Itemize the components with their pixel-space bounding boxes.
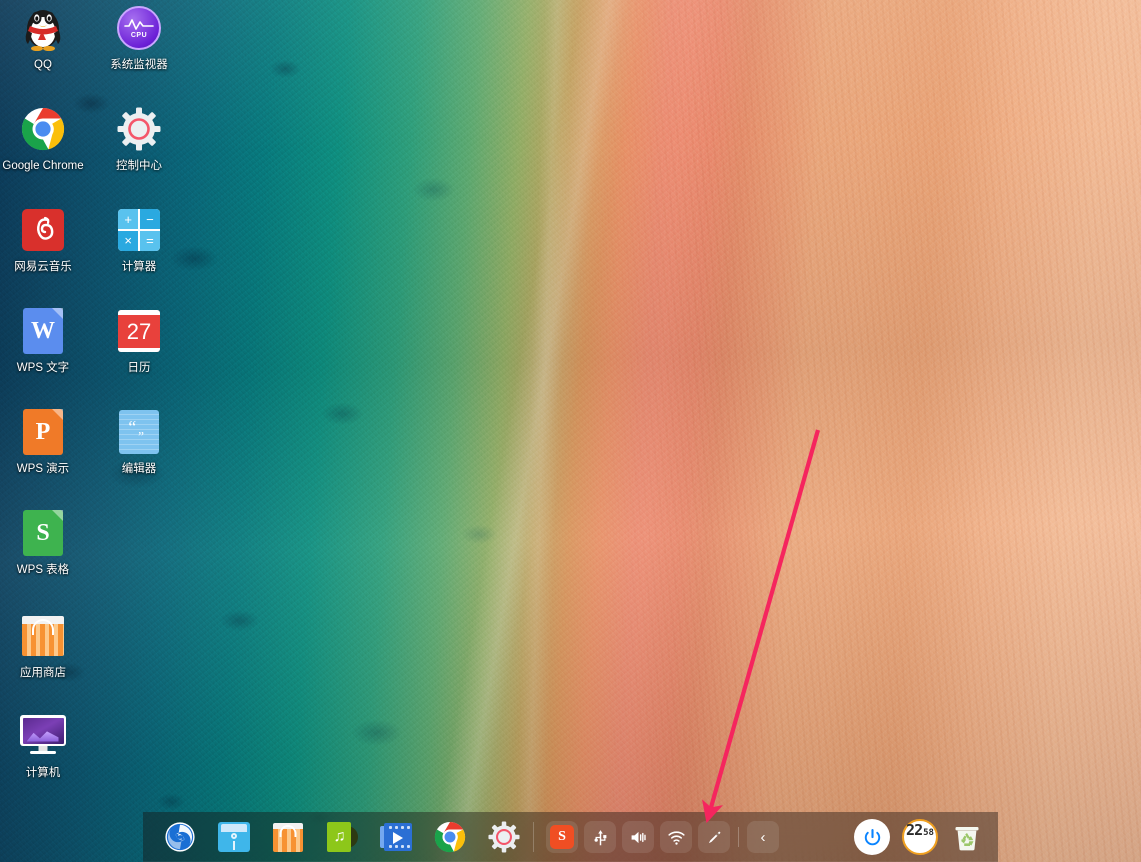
google-chrome-icon (433, 820, 467, 854)
desktop-icon-wps-presentation[interactable]: P WPS 演示 (0, 408, 86, 477)
taskbar-app-control-center[interactable] (479, 812, 529, 862)
tray-sogou-input[interactable]: S (546, 821, 578, 853)
sogou-input-icon: S (550, 825, 574, 849)
screen-capture-icon (708, 830, 721, 843)
desktop-icon-label: 控制中心 (116, 160, 162, 172)
control-center-icon (487, 820, 521, 854)
wps-spreadsheet-icon: S (19, 509, 67, 557)
trash-icon (955, 827, 979, 851)
desktop-icon-netease-music[interactable]: 网易云音乐 (0, 206, 86, 275)
tray-separator (738, 827, 739, 847)
taskbar-app-google-chrome[interactable] (425, 812, 475, 862)
tray-network-wifi[interactable] (660, 821, 692, 853)
usb-icon (594, 829, 606, 845)
desktop-icon-label: 应用商店 (20, 667, 66, 679)
music-player-icon: ♫ (325, 820, 359, 854)
wps-presentation-letter: P (35, 418, 51, 445)
taskbar-app-file-manager[interactable] (209, 812, 259, 862)
app-store-icon (19, 612, 67, 660)
desktop-icon-label: 计算机 (25, 767, 61, 779)
desktop-icon-label: 系统监视器 (110, 59, 168, 71)
svg-text:”: ” (138, 429, 144, 444)
taskbar-app-movie-player[interactable] (371, 812, 421, 862)
taskbar-right-cluster: 22 58 (854, 819, 998, 855)
taskbar-power-button[interactable] (854, 819, 890, 855)
tray-usb-device[interactable] (584, 821, 616, 853)
tray-screen-capture[interactable] (698, 821, 730, 853)
deepin-launcher-icon (163, 820, 197, 854)
netease-music-icon (19, 206, 67, 254)
file-manager-icon (217, 820, 251, 854)
volume-icon (631, 831, 646, 843)
desktop-icon-label: 计算器 (121, 261, 157, 273)
taskbar-app-area: ♫ (143, 812, 529, 862)
desktop-icon-computer[interactable]: 计算机 (0, 712, 86, 781)
wps-spreadsheet-letter: S (36, 519, 50, 546)
desktop-icon-label: WPS 表格 (16, 564, 70, 576)
calculator-icon: + − × = (115, 206, 163, 254)
desktop-icon-wps-spreadsheet[interactable]: S WPS 表格 (0, 509, 86, 578)
power-icon (864, 828, 880, 845)
desktop-icon-label: 网易云音乐 (14, 261, 72, 273)
calendar-icon: 27 (115, 307, 163, 355)
clock-hours: 22 (906, 821, 923, 839)
taskbar-separator (533, 822, 534, 852)
clock-minutes: 58 (923, 828, 934, 838)
system-monitor-icon: CPU (115, 4, 163, 52)
desktop-icon-label: 日历 (127, 362, 151, 374)
desktop-icon-qq[interactable]: QQ (0, 4, 86, 73)
desktop-icon-label: QQ (34, 59, 52, 71)
chevron-left-icon: ‹ (760, 828, 766, 846)
desktop-icon-system-monitor[interactable]: CPU 系统监视器 (96, 4, 182, 73)
svg-text:“: “ (128, 417, 136, 437)
movie-player-icon (379, 820, 413, 854)
wps-presentation-icon: P (19, 408, 67, 456)
computer-icon (19, 712, 67, 760)
tray-volume[interactable] (622, 821, 654, 853)
app-store-icon (271, 820, 305, 854)
calculator-key: × (118, 230, 139, 251)
tray-collapse-button[interactable]: ‹ (747, 821, 779, 853)
desktop-icon-label: Google Chrome (2, 160, 84, 172)
desktop-icon-calendar[interactable]: 27 日历 (96, 307, 182, 376)
taskbar-app-music-player[interactable]: ♫ (317, 812, 367, 862)
desktop-icon-google-chrome[interactable]: Google Chrome (0, 105, 86, 174)
wifi-icon (667, 830, 685, 845)
calculator-key: = (139, 230, 160, 251)
desktop-icon-grid: QQ CPU 系统监视器 Google Chrome 控制中心 网易云音乐 + … (0, 0, 190, 800)
desktop-icon-control-center[interactable]: 控制中心 (96, 105, 182, 174)
desktop-icon-label: WPS 文字 (16, 362, 70, 374)
calculator-key: − (139, 209, 160, 230)
desktop-icon-label: 编辑器 (121, 463, 157, 475)
wps-writer-letter: W (31, 317, 55, 344)
taskbar-launcher-button[interactable] (155, 812, 205, 862)
desktop-icon-app-store[interactable]: 应用商店 (0, 612, 86, 681)
qq-penguin-icon (19, 4, 67, 52)
desktop-icon-calculator[interactable]: + − × = 计算器 (96, 206, 182, 275)
taskbar-trash-button[interactable] (950, 820, 984, 854)
calculator-key: + (118, 209, 139, 230)
taskbar-clock[interactable]: 22 58 (902, 819, 938, 855)
desktop-icon-text-editor[interactable]: “ ” 编辑器 (96, 408, 182, 477)
cpu-badge-label: CPU (130, 32, 148, 39)
taskbar-app-app-store[interactable] (263, 812, 313, 862)
taskbar-dock: ♫ S ‹ 22 58 (143, 812, 998, 862)
desktop-icon-wps-writer[interactable]: W WPS 文字 (0, 307, 86, 376)
control-center-icon (115, 105, 163, 153)
wps-writer-icon: W (19, 307, 67, 355)
desktop-icon-label: WPS 演示 (16, 463, 70, 475)
text-editor-icon: “ ” (115, 408, 163, 456)
calendar-day-number: 27 (126, 319, 152, 344)
taskbar-system-tray: S ‹ (538, 821, 779, 853)
desktop-screen: QQ CPU 系统监视器 Google Chrome 控制中心 网易云音乐 + … (0, 0, 1141, 862)
google-chrome-icon (19, 105, 67, 153)
